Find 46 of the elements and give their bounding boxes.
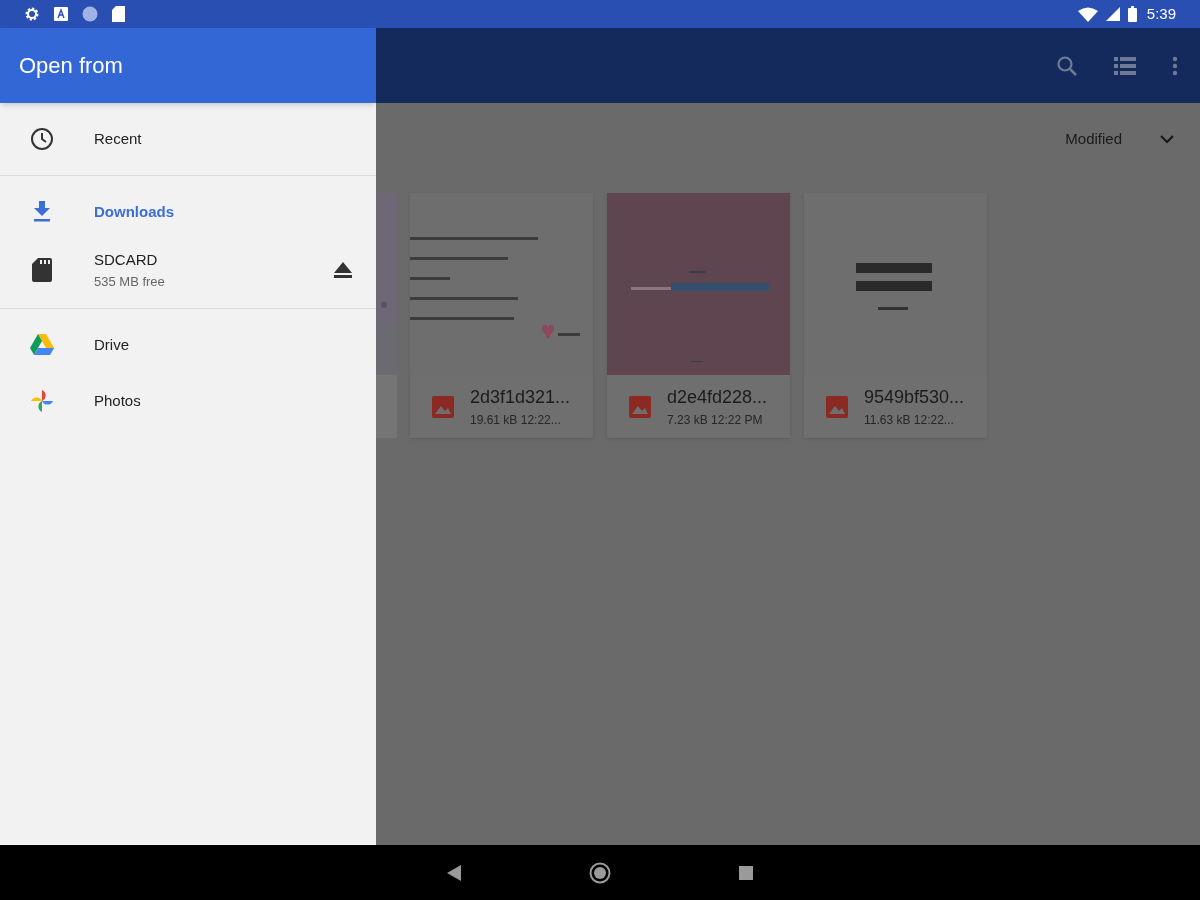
clock-icon: [30, 127, 54, 151]
list-view-icon[interactable]: [1114, 56, 1136, 75]
image-file-icon: [826, 395, 848, 418]
chevron-down-icon: [1160, 134, 1174, 144]
drawer-item[interactable]: Drive: [0, 317, 376, 373]
file-card[interactable]: 9549bf530... 11.63 kB 12:22...: [804, 193, 987, 438]
file-card[interactable]: d2e4fd228... 7.23 kB 12:22 PM: [607, 193, 790, 438]
search-icon[interactable]: [1056, 54, 1078, 77]
drawer-item-label: SDCARD: [94, 250, 159, 270]
back-icon[interactable]: [447, 864, 461, 881]
drawer-item[interactable]: Downloads: [0, 184, 376, 240]
drawer-item-label: Photos: [94, 390, 142, 411]
gear-icon: [24, 6, 40, 22]
free-space-text: 535 MB free: [94, 272, 166, 291]
image-file-icon: [629, 395, 651, 418]
file-name: d2e4fd228...: [667, 386, 768, 409]
file-details: 11.63 kB 12:22...: [864, 412, 955, 429]
sort-dropdown[interactable]: Modified: [1065, 127, 1174, 151]
file-name: 9549bf530...: [864, 386, 965, 409]
drawer-item-label: Drive: [94, 334, 130, 355]
drawer-title: Open from: [19, 52, 123, 80]
clock-time: 5:39: [1146, 3, 1176, 24]
home-icon[interactable]: [589, 861, 611, 884]
drawer-item-label: Downloads: [94, 201, 175, 222]
drawer-item[interactable]: SDCARD 535 MB free: [0, 240, 376, 300]
battery-icon: [1127, 6, 1137, 22]
drive-logo-icon: [30, 334, 54, 356]
drawer-item-label: Recent: [94, 128, 143, 149]
file-details: 7.23 kB 12:22 PM: [667, 412, 764, 429]
eject-icon[interactable]: [334, 262, 352, 278]
drawer-item[interactable]: Photos: [0, 373, 376, 429]
file-details: 19.61 kB 12:22...: [470, 412, 562, 429]
file-name: 2d3f1d321...: [470, 386, 571, 409]
signal-icon: [1105, 7, 1120, 21]
circle-icon: [82, 6, 98, 22]
download-icon: [33, 201, 51, 223]
recents-icon[interactable]: [739, 865, 753, 880]
image-file-icon: [432, 395, 454, 418]
drawer-item[interactable]: Recent: [0, 111, 376, 167]
sd-card-icon: [32, 258, 52, 282]
more-options-icon[interactable]: [1172, 55, 1178, 76]
app-icon: [54, 7, 68, 21]
wifi-icon: [1077, 6, 1098, 22]
sd-card-icon: [112, 6, 125, 22]
pinwheel-icon: [30, 389, 54, 413]
file-card[interactable]: 2d3f1d321... 19.61 kB 12:22...: [410, 193, 593, 438]
